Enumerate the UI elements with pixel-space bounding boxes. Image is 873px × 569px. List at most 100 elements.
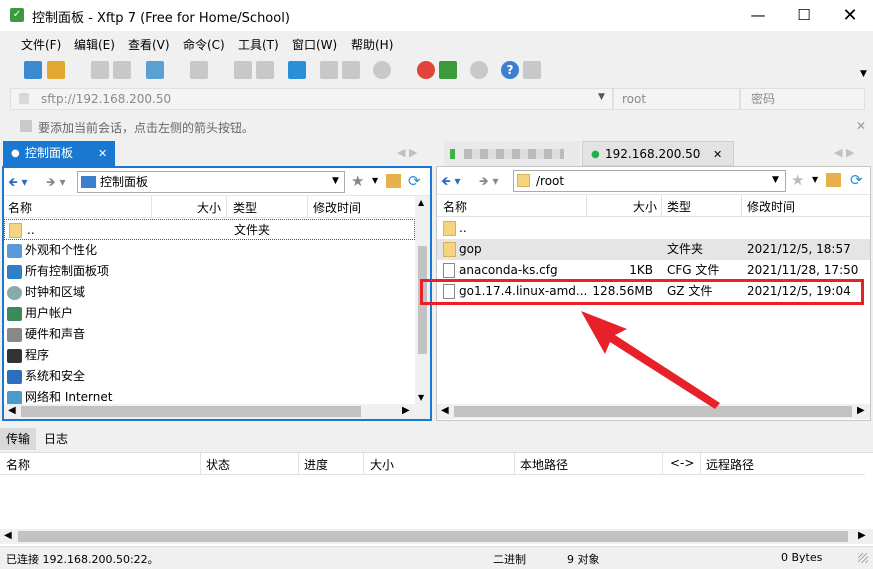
connect-icon[interactable] xyxy=(91,61,109,79)
status-icon[interactable] xyxy=(373,61,391,79)
paste-icon[interactable] xyxy=(342,61,360,79)
local-horizontal-scrollbar[interactable]: ◀ ▶ xyxy=(4,404,430,419)
refresh-icon[interactable]: ⟳ xyxy=(850,171,863,189)
menu-command[interactable]: 命令(C) xyxy=(183,36,225,53)
scroll-right-icon[interactable]: ▶ xyxy=(402,405,410,416)
col-progress[interactable]: 进度 xyxy=(304,456,328,473)
copy-icon[interactable] xyxy=(320,61,338,79)
hardware-icon xyxy=(7,328,22,342)
xshell-icon[interactable] xyxy=(417,61,435,79)
col-status[interactable]: 状态 xyxy=(206,456,230,473)
address-input[interactable]: sftp://192.168.200.50 xyxy=(10,88,613,110)
list-item[interactable]: .. 文件夹 xyxy=(4,219,415,240)
users-icon xyxy=(7,307,22,321)
refresh-icon[interactable]: ⟳ xyxy=(408,172,421,190)
password-input[interactable]: 密码 xyxy=(740,88,865,110)
connection-status: 已连接 192.168.200.50:22。 xyxy=(6,553,159,566)
forward-icon[interactable]: 🡺 ▾ xyxy=(479,172,499,193)
local-path-input[interactable]: 控制面板 xyxy=(77,171,345,193)
resize-grip-icon[interactable] xyxy=(858,553,868,563)
col-size[interactable]: 大小 xyxy=(370,456,394,473)
col-remote-path[interactable]: 远程路径 xyxy=(706,456,754,473)
minimize-button[interactable]: — xyxy=(735,0,781,31)
tab-blurred-session[interactable] xyxy=(444,141,580,166)
path-dropdown-icon[interactable]: ▼ xyxy=(772,175,779,185)
favorites-star-icon[interactable]: ★ xyxy=(791,171,804,189)
open-folder-icon[interactable] xyxy=(47,61,65,79)
menu-window[interactable]: 窗口(W) xyxy=(292,36,337,53)
tab-local[interactable]: ● 控制面板 ✕ xyxy=(3,141,115,166)
close-button[interactable]: ✕ xyxy=(827,0,873,31)
tab-remote[interactable]: ● 192.168.200.50 ✕ xyxy=(582,141,734,166)
chat-icon[interactable] xyxy=(523,61,541,79)
home-folder-icon[interactable] xyxy=(386,174,401,188)
transfer-horizontal-scrollbar[interactable]: ◀ ▶ xyxy=(0,529,873,544)
list-item[interactable]: gop 文件夹 2021/12/5, 18:57 xyxy=(437,239,870,260)
col-direction[interactable]: <-> xyxy=(670,456,694,470)
favorites-dropdown-icon[interactable]: ▼ xyxy=(812,175,818,184)
refresh-icon[interactable] xyxy=(190,61,208,79)
col-name[interactable]: 名称 xyxy=(443,198,467,215)
tab-close-icon[interactable]: ✕ xyxy=(713,142,722,167)
new-window-icon[interactable] xyxy=(146,61,164,79)
close-hint-icon[interactable]: ✕ xyxy=(856,119,866,133)
new-session-icon[interactable] xyxy=(24,61,42,79)
path-dropdown-icon[interactable]: ▼ xyxy=(332,176,339,186)
transfer-icon[interactable] xyxy=(288,61,306,79)
col-name[interactable]: 名称 xyxy=(6,456,30,473)
scroll-right-icon[interactable]: ▶ xyxy=(857,405,865,416)
col-type[interactable]: 类型 xyxy=(233,199,257,216)
toolbar: ? ▼ xyxy=(0,55,873,87)
menu-help[interactable]: 帮助(H) xyxy=(351,36,393,53)
col-modified[interactable]: 修改时间 xyxy=(313,199,361,216)
username-input[interactable]: root xyxy=(613,88,740,110)
window-title: 控制面板 - Xftp 7 (Free for Home/School) xyxy=(32,11,290,26)
menu-tools[interactable]: 工具(T) xyxy=(238,36,279,53)
highlight-box xyxy=(420,279,864,305)
col-size[interactable]: 大小 xyxy=(197,199,221,216)
scroll-right-icon[interactable]: ▶ xyxy=(858,530,866,541)
xftp-toolbar-icon[interactable] xyxy=(439,61,457,79)
scroll-down-icon[interactable]: ▼ xyxy=(418,393,424,402)
maximize-button[interactable]: ☐ xyxy=(781,0,827,31)
right-tab-nav-icon[interactable]: ◀ ▶ xyxy=(834,146,854,159)
scroll-up-icon[interactable]: ▲ xyxy=(418,198,424,207)
favorites-dropdown-icon[interactable]: ▼ xyxy=(372,176,378,185)
menu-file[interactable]: 文件(F) xyxy=(21,36,61,53)
help-icon[interactable]: ? xyxy=(501,61,519,79)
file-icon xyxy=(443,263,455,278)
col-local-path[interactable]: 本地路径 xyxy=(520,456,568,473)
tab-log[interactable]: 日志 xyxy=(44,428,68,450)
home-folder-icon[interactable] xyxy=(826,173,841,187)
favorites-star-icon[interactable]: ★ xyxy=(351,172,364,190)
network-icon xyxy=(7,391,22,405)
col-type[interactable]: 类型 xyxy=(667,198,691,215)
menu-view[interactable]: 查看(V) xyxy=(128,36,170,53)
forward-icon[interactable]: 🡺 ▾ xyxy=(46,173,66,194)
list-item[interactable]: .. xyxy=(437,218,870,239)
toolbar-overflow-icon[interactable]: ▼ xyxy=(860,69,867,79)
back-icon[interactable]: 🡸 ▾ xyxy=(8,173,28,194)
tab-close-icon[interactable]: ✕ xyxy=(98,141,107,166)
settings-gear-icon[interactable] xyxy=(470,61,488,79)
left-tab-nav-icon[interactable]: ◀ ▶ xyxy=(397,146,417,159)
folder-icon xyxy=(9,223,22,238)
scroll-thumb[interactable] xyxy=(21,406,361,417)
col-modified[interactable]: 修改时间 xyxy=(747,198,795,215)
tab-transfer[interactable]: 传输 xyxy=(0,428,36,450)
scroll-left-icon[interactable]: ◀ xyxy=(441,405,449,416)
list-item[interactable]: anaconda-ks.cfg 1KB CFG 文件 2021/11/28, 1… xyxy=(437,260,870,281)
col-name[interactable]: 名称 xyxy=(8,199,32,216)
menu-edit[interactable]: 编辑(E) xyxy=(74,36,115,53)
scroll-left-icon[interactable]: ◀ xyxy=(4,530,12,541)
upload-icon[interactable] xyxy=(234,61,252,79)
scroll-left-icon[interactable]: ◀ xyxy=(8,405,16,416)
hint-bar: 要添加当前会话，点击左侧的箭头按钮。 ✕ xyxy=(0,113,873,139)
address-dropdown-icon[interactable]: ▼ xyxy=(598,92,605,102)
disconnect-icon[interactable] xyxy=(113,61,131,79)
scroll-thumb[interactable] xyxy=(18,531,848,542)
col-size[interactable]: 大小 xyxy=(633,198,657,215)
download-icon[interactable] xyxy=(256,61,274,79)
back-icon[interactable]: 🡸 ▾ xyxy=(441,172,461,193)
remote-path-input[interactable]: /root xyxy=(513,170,786,192)
